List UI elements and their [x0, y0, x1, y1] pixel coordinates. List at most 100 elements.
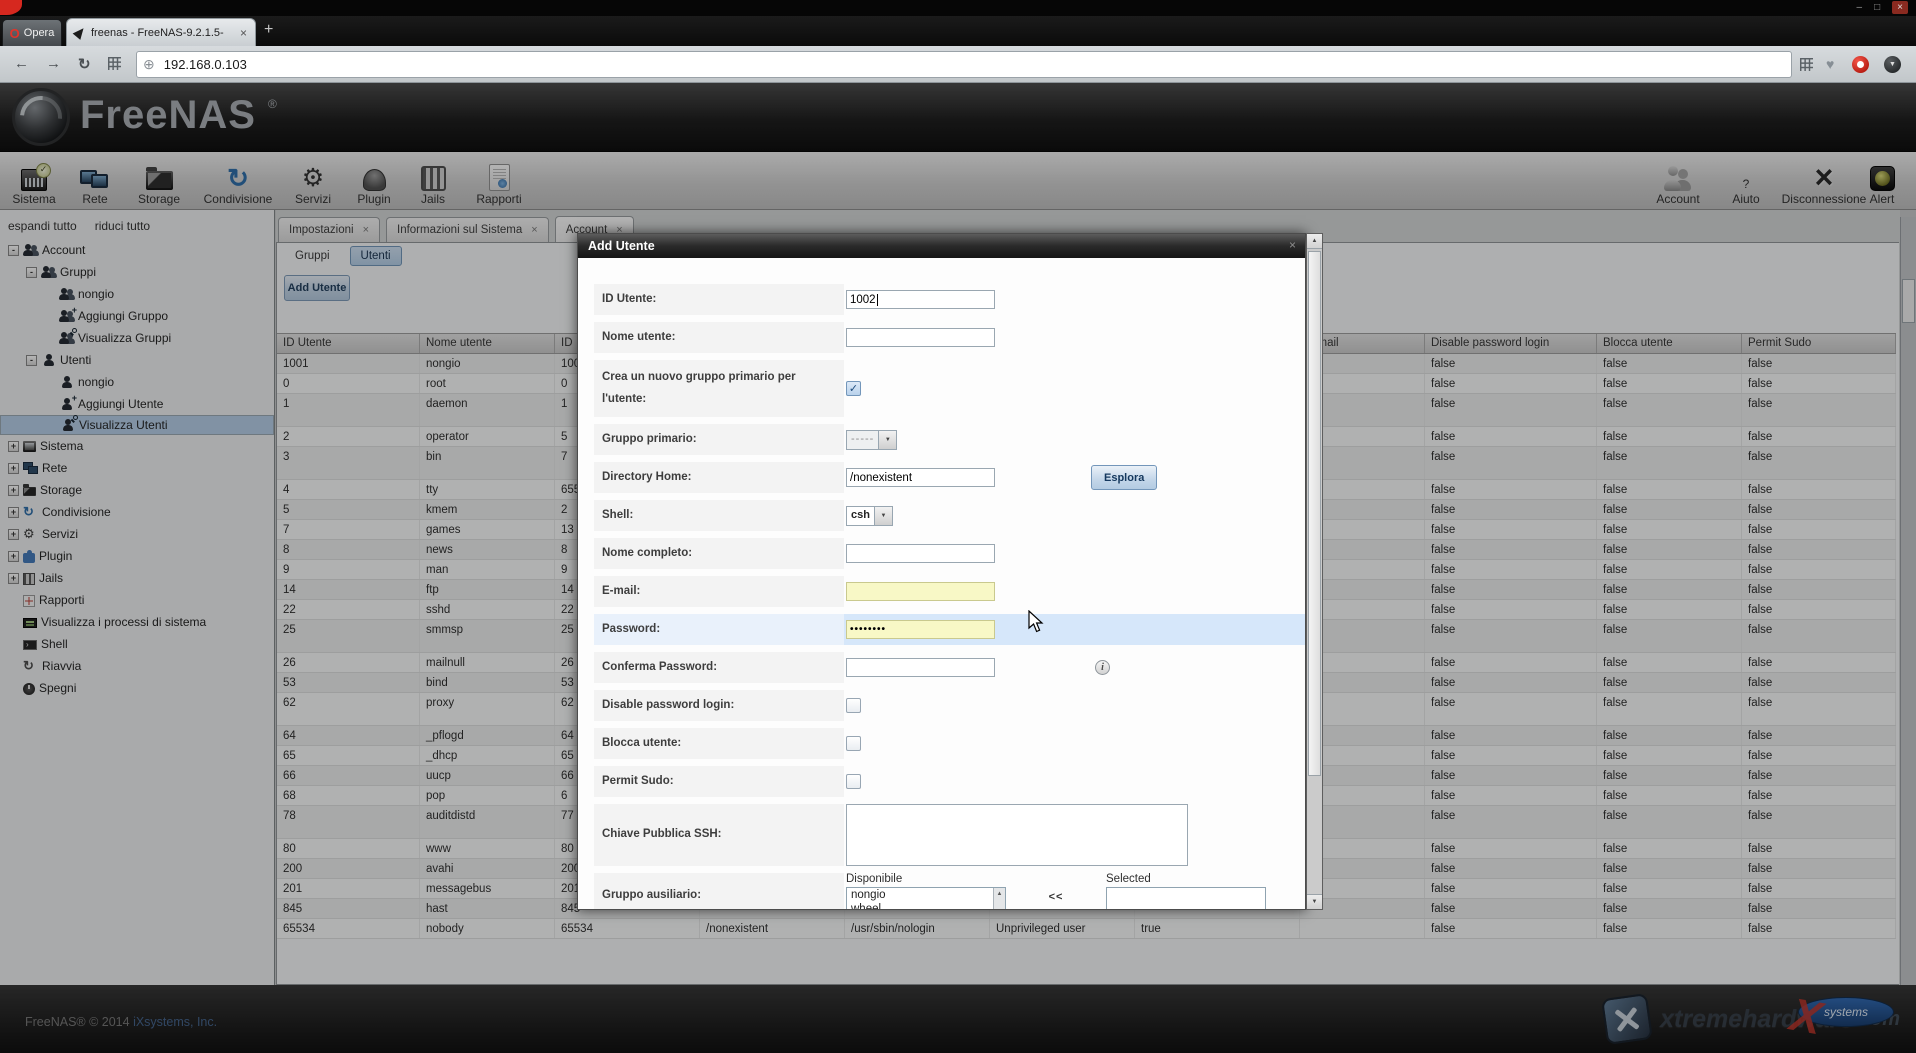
conferma-password-input[interactable]: [846, 658, 995, 677]
field-row-password: Password: ••••••••: [594, 614, 1305, 645]
disable-password-login-label: Disable password login:: [602, 695, 734, 717]
input-value: 1002: [850, 294, 876, 306]
blocca-utente-label: Blocca utente:: [602, 733, 681, 755]
chevron-down-icon: ▼: [878, 431, 896, 449]
forward-button[interactable]: →: [46, 55, 61, 72]
site-badge-icon[interactable]: ⊕: [143, 56, 155, 73]
download-status-icon[interactable]: ▼: [1884, 56, 1901, 73]
available-column: Disponibile nongiowheel▲: [846, 873, 1006, 909]
chevron-down-icon: ▼: [874, 507, 892, 525]
bookmark-heart-icon[interactable]: ♥: [1826, 56, 1834, 72]
esplora-button[interactable]: Esplora: [1091, 465, 1157, 490]
available-label: Disponibile: [846, 873, 1006, 885]
input-value: ••••••••: [850, 624, 886, 635]
field-label: Gruppo ausiliario:: [594, 873, 844, 909]
selected-label: Selected: [1106, 873, 1266, 885]
permit-sudo-label: Permit Sudo:: [602, 771, 674, 793]
move-left-button[interactable]: <<: [1006, 873, 1106, 903]
window-close-button[interactable]: ×: [1892, 1, 1908, 14]
disable-password-login-checkbox[interactable]: [846, 698, 861, 713]
chiave-pubblica-ssh-textarea[interactable]: [846, 804, 1188, 866]
nome-utente-label: Nome utente:: [602, 327, 675, 349]
dialog-scrollbar[interactable]: ▲ ▼: [1306, 233, 1323, 910]
field-row-gruppo-ausiliario: Gruppo ausiliario: Disponibile nongiowheel…: [594, 873, 1305, 909]
e-mail-label: E-mail:: [602, 581, 640, 603]
extensions-grid-icon[interactable]: [1800, 58, 1813, 71]
reload-button[interactable]: ↻: [78, 55, 91, 73]
url-field[interactable]: ⊕ 192.168.0.103: [136, 51, 1792, 78]
password-label: Password:: [602, 619, 660, 641]
list-item[interactable]: wheel: [847, 902, 1005, 909]
opera-menu-button[interactable]: O Opera: [2, 19, 62, 46]
info-icon: i: [1095, 660, 1110, 675]
gruppo-ausiliario-label: Gruppo ausiliario:: [602, 885, 701, 907]
scroll-up-icon[interactable]: ▲: [1307, 234, 1322, 249]
gruppo-primario-select[interactable]: -----▼: [846, 430, 897, 450]
field-label: Nome utente:: [594, 322, 844, 353]
nome-completo-input[interactable]: [846, 544, 995, 563]
opera-logo-icon: O: [10, 26, 20, 41]
window-minimize-button[interactable]: –: [1857, 1, 1863, 14]
field-row-nome-completo: Nome completo:: [594, 538, 1305, 569]
field-row-shell: Shell: csh▼: [594, 500, 1305, 531]
field-row-disable-password-login: Disable password login:: [594, 690, 1305, 721]
opera-turbo-icon[interactable]: [1852, 56, 1869, 73]
nome-completo-label: Nome completo:: [602, 543, 692, 565]
shell-select[interactable]: csh▼: [846, 506, 893, 526]
selected-column: Selected: [1106, 873, 1266, 909]
opera-menu-label: Opera: [24, 27, 55, 39]
e-mail-input[interactable]: [846, 582, 995, 601]
conferma-password-label: Conferma Password:: [602, 657, 717, 679]
scroll-down-icon[interactable]: ▼: [1307, 894, 1322, 909]
field-label: E-mail:: [594, 576, 844, 607]
field-row-nome-utente: Nome utente:: [594, 322, 1305, 353]
back-button[interactable]: ←: [14, 55, 29, 72]
url-text: 192.168.0.103: [164, 57, 247, 72]
dialog-body: ID Utente: 1002 Nome utente: Crea un nuovo …: [578, 258, 1305, 909]
directory-home-input[interactable]: /nonexistent: [846, 468, 995, 487]
field-label: Password:: [594, 614, 844, 645]
dialog-close-icon[interactable]: ×: [1289, 238, 1296, 252]
field-row-chiave-pubblica-ssh: Chiave Pubblica SSH:: [594, 804, 1305, 866]
opera-red-corner-icon: [0, 0, 22, 15]
nome-utente-input[interactable]: [846, 328, 995, 347]
field-row-crea-un-nuovo-gruppo-primario-per-l-utente: Crea un nuovo gruppo primario per l'uten…: [594, 360, 1305, 417]
field-label: Chiave Pubblica SSH:: [594, 804, 844, 866]
tab-close-icon[interactable]: ×: [240, 26, 247, 40]
browser-tab-bar: O Opera freenas - FreeNAS-9.2.1.5- × +: [0, 16, 1916, 46]
window-maximize-button[interactable]: □: [1874, 1, 1880, 14]
field-label: Gruppo primario:: [594, 424, 844, 455]
field-row-directory-home: Directory Home:/nonexistentEsplora: [594, 462, 1305, 493]
crea-un-nuovo-gruppo-primario-per-l-utente-checkbox[interactable]: ✓: [846, 381, 861, 396]
dialog-title-bar[interactable]: Add Utente ×: [578, 234, 1305, 258]
permit-sudo-checkbox[interactable]: [846, 774, 861, 789]
field-label: Nome completo:: [594, 538, 844, 569]
gruppo-ausiliario-duallist: Disponibile nongiowheel▲<<Selected: [846, 873, 1266, 909]
field-row-e-mail: E-mail:: [594, 576, 1305, 607]
available-list[interactable]: nongiowheel▲: [846, 887, 1006, 909]
new-tab-button[interactable]: +: [264, 21, 273, 39]
list-scrollbar-icon[interactable]: ▲: [993, 888, 1005, 909]
field-row-gruppo-primario: Gruppo primario:-----▼: [594, 424, 1305, 455]
add-utente-dialog: Add Utente × ID Utente: 1002 Nome utente: C…: [577, 233, 1306, 910]
dialog-scrollbar-thumb[interactable]: [1308, 251, 1321, 776]
password-input[interactable]: ••••••••: [846, 620, 995, 639]
shell-label: Shell:: [602, 505, 633, 527]
list-item[interactable]: nongio: [847, 888, 1005, 902]
select-value: csh: [847, 507, 874, 525]
select-value: -----: [847, 431, 878, 449]
id-utente-label: ID Utente:: [602, 289, 656, 311]
dialog-title: Add Utente: [588, 239, 655, 253]
id-utente-input[interactable]: 1002: [846, 290, 995, 309]
field-label: Disable password login:: [594, 690, 844, 721]
selected-list[interactable]: [1106, 887, 1266, 909]
blocca-utente-checkbox[interactable]: [846, 736, 861, 751]
chiave-pubblica-ssh-label: Chiave Pubblica SSH:: [602, 824, 722, 846]
text-caret: [877, 294, 878, 306]
window-title-bar: – □ ×: [0, 0, 1916, 16]
field-label: Shell:: [594, 500, 844, 531]
field-row-permit-sudo: Permit Sudo:: [594, 766, 1305, 797]
field-label: Crea un nuovo gruppo primario per l'uten…: [594, 360, 844, 417]
speed-dial-icon[interactable]: [108, 57, 121, 70]
browser-tab[interactable]: freenas - FreeNAS-9.2.1.5- ×: [66, 18, 256, 46]
